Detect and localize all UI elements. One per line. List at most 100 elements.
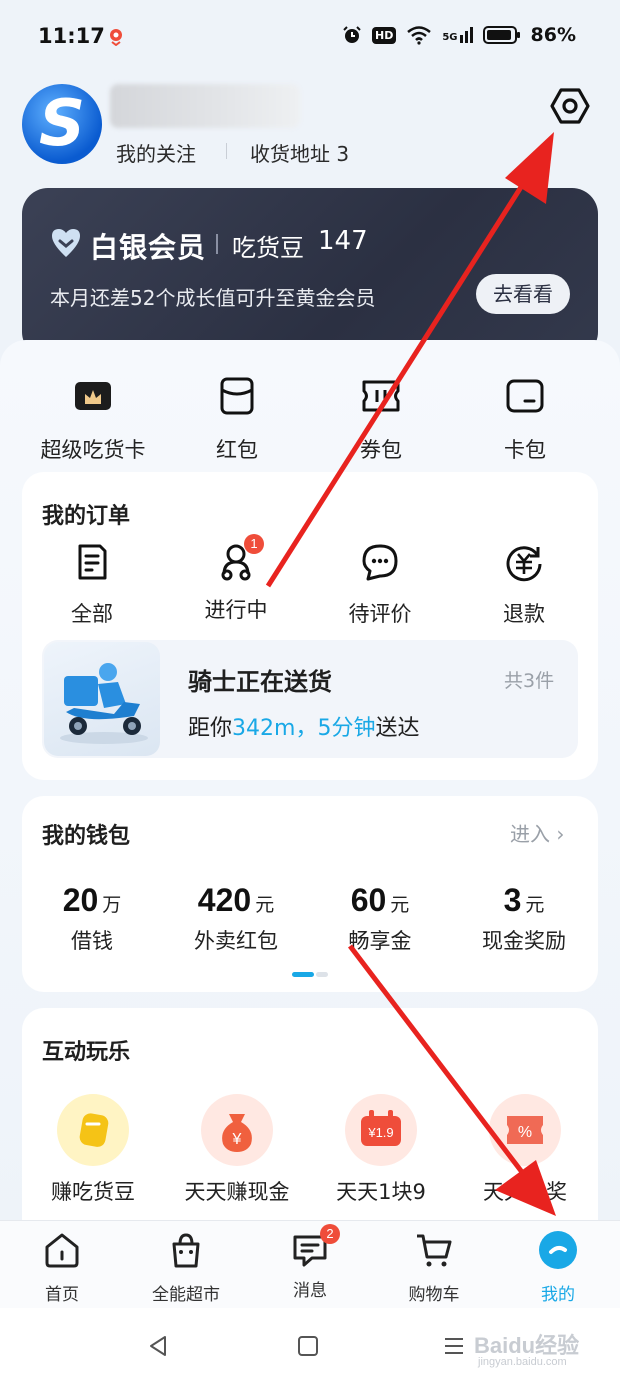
battery-icon (482, 26, 520, 44)
tab-cart[interactable]: 购物车 (372, 1230, 496, 1305)
fun-earn-cash[interactable]: ¥ 天天赚现金 (162, 1094, 312, 1206)
lottery-icon: % (489, 1094, 561, 1166)
order-label: 待评价 (348, 602, 412, 626)
shopping-bag-icon (172, 1233, 200, 1268)
wallet-unit: 元 (390, 894, 410, 916)
fun-label: 天天1块9 (336, 1180, 426, 1204)
wallet-label: 畅享金 (348, 929, 412, 953)
quick-link-label: 券包 (360, 438, 402, 462)
battery-level: 86% (530, 24, 576, 46)
tab-label: 消息 (293, 1281, 327, 1301)
fun-title: 互动玩乐 (42, 1040, 131, 1065)
delivery-title: 骑士正在送货 (188, 668, 332, 696)
wallet-item-enjoy-fund[interactable]: 60 元 畅享金 (310, 882, 450, 955)
beans-label: 吃货豆 (232, 234, 304, 262)
cart-icon (417, 1234, 452, 1267)
tab-supermarket[interactable]: 全能超市 (124, 1230, 248, 1305)
fun-daily-1-9[interactable]: ¥1.9 天天1块9 (306, 1094, 456, 1206)
wallet-unit: 元 (525, 894, 545, 916)
eta-distance: 342m (232, 716, 296, 741)
status-time: 11:17 (38, 24, 105, 48)
tab-label: 我的 (541, 1285, 575, 1305)
wallet-item-loan[interactable]: 20 万 借钱 (22, 882, 162, 955)
order-list-icon (78, 544, 107, 580)
member-level-title: 白银会员 (90, 231, 207, 264)
location-pin-icon (110, 29, 122, 46)
order-all-button[interactable]: 全部 (22, 542, 162, 628)
quick-link-card-wallet[interactable]: 卡包 (450, 376, 600, 464)
bean-icon (57, 1094, 129, 1166)
wallet-item-red-packet[interactable]: 420 元 外卖红包 (166, 882, 306, 955)
card-wallet-icon (506, 379, 544, 413)
tab-home[interactable]: 首页 (0, 1230, 124, 1305)
profile-icon (539, 1231, 577, 1269)
fun-daily-lottery[interactable]: % 天天抽奖 (450, 1094, 600, 1206)
member-card[interactable] (22, 188, 598, 358)
order-label: 进行中 (204, 598, 268, 622)
tab-messages[interactable]: 2 消息 (248, 1224, 372, 1301)
pager-indicator-active (292, 972, 314, 977)
menu-lines-icon[interactable] (442, 1334, 466, 1358)
quick-link-label: 超级吃货卡 (40, 438, 146, 462)
quick-link-red-packet[interactable]: 红包 (162, 376, 312, 464)
fun-earn-beans[interactable]: 赚吃货豆 (18, 1094, 168, 1206)
avatar[interactable]: S (22, 84, 102, 164)
wallet-label: 外卖红包 (194, 929, 278, 953)
signal-icon: 5G (442, 27, 473, 43)
message-badge: 2 (320, 1224, 340, 1244)
back-triangle-icon[interactable] (146, 1334, 170, 1358)
delivery-eta: 距你342m，5分钟送达 (188, 710, 419, 742)
tab-label: 全能超市 (152, 1285, 220, 1305)
tab-label: 购物车 (408, 1285, 460, 1305)
eta-comma: ， (295, 716, 318, 741)
settings-hex-icon[interactable] (548, 84, 592, 128)
wifi-icon (407, 26, 432, 45)
wallet-unit: 万 (102, 894, 122, 916)
price-tag-icon: ¥1.9 (345, 1094, 417, 1166)
wallet-title: 我的钱包 (42, 824, 131, 849)
alarm-icon (343, 26, 361, 43)
order-badge: 1 (244, 534, 264, 554)
home-square-icon[interactable] (296, 1334, 320, 1358)
money-bag-icon: ¥ (201, 1094, 273, 1166)
my-following-link[interactable]: 我的关注 (116, 138, 196, 167)
member-separator (216, 234, 218, 254)
wallet-item-cash-reward[interactable]: 3元 现金奖励 (454, 882, 594, 955)
wallet-value: 20 (62, 882, 99, 918)
quick-link-super-card[interactable]: 超级吃货卡 (18, 376, 168, 464)
chevron-right-icon: › (556, 822, 565, 846)
tab-label: 首页 (45, 1285, 79, 1305)
svg-text:%: % (518, 1124, 532, 1141)
status-bar: 11:17 HD 5G 86% (0, 0, 620, 76)
quick-link-coupons[interactable]: 券包 (306, 376, 456, 464)
go-see-button[interactable]: 去看看 (476, 274, 570, 314)
hd-icon: HD (372, 26, 397, 44)
tab-profile[interactable]: 我的 (496, 1230, 620, 1305)
status-icons: HD 5G 86% (342, 24, 576, 46)
avatar-logo-icon: S (38, 87, 86, 161)
eta-prefix: 距你 (188, 716, 233, 741)
orders-title: 我的订单 (42, 504, 131, 529)
crown-card-icon (75, 382, 111, 410)
shipping-address-link[interactable]: 收货地址 3 (250, 138, 349, 167)
profile-divider (226, 143, 227, 159)
message-icon-wrap: 2 (290, 1224, 340, 1270)
home-icon (45, 1233, 79, 1268)
wallet-enter-link[interactable]: 进入 › (510, 818, 564, 847)
refund-icon (506, 546, 542, 582)
baidu-watermark-url: jingyan.baidu.com (478, 1356, 567, 1368)
order-refund-button[interactable]: 退款 (454, 542, 594, 628)
quick-link-label: 红包 (216, 438, 258, 462)
wallet-enter-label: 进入 (510, 822, 550, 846)
coupon-icon (362, 380, 400, 412)
wallet-value: 3 (503, 882, 522, 918)
eta-suffix: 送达 (375, 716, 420, 741)
red-packet-icon (220, 377, 254, 415)
wallet-label: 借钱 (71, 929, 113, 953)
order-in-progress-button[interactable]: 1 进行中 (166, 534, 306, 624)
svg-text:¥: ¥ (232, 1131, 242, 1148)
order-to-review-button[interactable]: 待评价 (310, 542, 450, 628)
wallet-value: 420 (197, 882, 252, 918)
eta-minutes: 5分钟 (317, 716, 376, 741)
member-progress-text: 本月还差52个成长值可升至黄金会员 (50, 286, 376, 310)
